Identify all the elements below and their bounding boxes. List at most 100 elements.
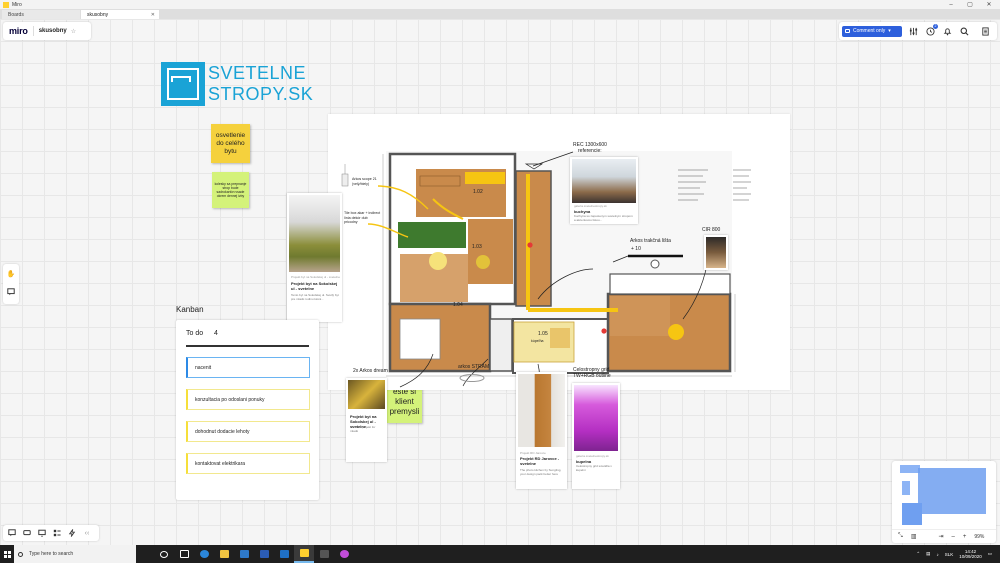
- fit-screen-icon[interactable]: ⤡: [898, 533, 903, 540]
- annotation-arkos-scope: Arkos scope 21 (velý/biely): [352, 177, 377, 186]
- language-indicator[interactable]: SLK: [945, 552, 954, 557]
- search-icon: [18, 551, 23, 557]
- edge-icon[interactable]: [194, 545, 214, 563]
- task-switch-icon[interactable]: [174, 545, 194, 563]
- kanban-card[interactable]: konzultacia po odoslani ponuky: [186, 389, 310, 410]
- room-label-104: 1.04: [453, 302, 463, 308]
- logo-mark: [161, 62, 205, 106]
- divider: [32, 26, 34, 36]
- fit-width-icon[interactable]: ⇥: [938, 533, 943, 540]
- kanban-card-text: kontaktovat elektrikara: [195, 460, 246, 467]
- reference-card-living-room[interactable]: Projekt byt na Sokolskej ul - svetelne P…: [287, 193, 342, 322]
- outlook-icon[interactable]: [274, 545, 294, 563]
- notification-center-icon[interactable]: ▭: [988, 551, 992, 557]
- logo-line-2: STROPY.SK: [208, 84, 314, 104]
- comment-icon: [845, 29, 850, 33]
- collapse-chevron-icon[interactable]: ‹‹: [82, 528, 92, 538]
- tab-skusobny[interactable]: skusobny ✕: [81, 10, 159, 19]
- kanban-card[interactable]: dohodnut dodacie lehoty: [186, 421, 310, 442]
- minimap-object: [902, 481, 910, 495]
- card-link[interactable]: Projekt RD Jarovce: [520, 451, 546, 455]
- board-menu-icon[interactable]: [980, 26, 991, 37]
- taskbar-search-placeholder: Type here to search: [29, 551, 74, 557]
- map-icon[interactable]: ▥: [911, 533, 917, 540]
- reference-card-kitchen[interactable]: galeria.svetelnestropy.sk kuchyna Kuchyn…: [570, 157, 638, 224]
- lightning-icon[interactable]: [67, 528, 77, 538]
- annotation-trakcna-lista: Arkos trakčná lišta: [630, 238, 671, 244]
- tray-chevron-icon[interactable]: ⌃: [916, 551, 920, 557]
- card-image: [518, 374, 565, 447]
- bell-icon[interactable]: [942, 26, 953, 37]
- minimap-viewport[interactable]: [918, 468, 986, 514]
- zoom-out-button[interactable]: –: [952, 534, 955, 540]
- taskbar-clock[interactable]: 14:42 10/09/2020: [959, 549, 982, 559]
- annotation-celostropny: Celostropny grid TW+RGB outline: [573, 367, 611, 379]
- reference-card-pink[interactable]: galeria.svetelnestropy.sk kupelna Celost…: [572, 383, 620, 489]
- board-canvas[interactable]: miro skusobny ☆ Comment only ▾ 2 ✋ ‹‹ SV…: [0, 19, 1000, 545]
- room-label-102: 1.02: [473, 189, 483, 195]
- settings-sliders-icon[interactable]: [908, 26, 919, 37]
- windows-taskbar: Type here to search ⌃ ▤ ♪ SLK 14:42 10/0…: [0, 545, 1000, 563]
- miro-logo[interactable]: miro: [9, 26, 28, 36]
- notification-count-badge: 2: [933, 23, 938, 29]
- card-text: Tento byt na Sokolskej ul. Svetlý byt pr…: [291, 293, 339, 301]
- windows-logo-icon: [3, 550, 11, 558]
- clock-date: 10/09/2020: [959, 554, 982, 559]
- miro-taskbar-icon[interactable]: [294, 545, 314, 563]
- search-icon[interactable]: [959, 26, 970, 37]
- card-title: Projekt RD Jarovce - svetelne: [520, 456, 560, 466]
- card-text: Kuchyna so zapustenym svetelnym stropom …: [574, 214, 633, 222]
- card-link[interactable]: galeria.svetelnestropy.sk: [574, 204, 607, 208]
- stram-lamp-shape: [459, 374, 485, 382]
- comment-icon[interactable]: [7, 528, 17, 538]
- start-button[interactable]: [0, 545, 14, 563]
- kanban-column-title[interactable]: To do: [186, 330, 203, 337]
- network-icon[interactable]: ▤: [926, 551, 930, 557]
- reference-card-dream[interactable]: Projekt byt na Sokolskej ul - svetelne T…: [346, 378, 387, 462]
- room-label-105-sub: kúpeľňa: [531, 339, 544, 343]
- maximize-button[interactable]: ▢: [963, 0, 977, 9]
- tab-close-icon[interactable]: ✕: [151, 12, 155, 18]
- minimize-button[interactable]: –: [944, 0, 958, 9]
- comment-only-label: Comment only: [853, 28, 886, 34]
- kanban-column-rule: [186, 345, 309, 347]
- star-icon[interactable]: ☆: [71, 28, 76, 35]
- reference-image-cir[interactable]: [704, 235, 728, 270]
- comment-tool-icon[interactable]: [6, 287, 16, 297]
- svetelne-stropy-logo: SVETELNE STROPY.SK: [161, 62, 313, 106]
- screen-share-icon[interactable]: [37, 528, 47, 538]
- taskbar-search[interactable]: Type here to search: [14, 545, 136, 563]
- kanban-card[interactable]: nacenit: [186, 357, 310, 378]
- reference-card-bathroom[interactable]: Projekt RD Jarovce Projekt RD Jarovce - …: [516, 372, 567, 489]
- kanban-board[interactable]: To do 4 nacenit konzultacia po odoslani …: [176, 320, 319, 500]
- minimap[interactable]: ⤡ ▥ ⇥ – + 99%: [892, 461, 996, 543]
- tab-boards[interactable]: Boards: [2, 10, 80, 19]
- comment-only-button[interactable]: Comment only ▾: [842, 25, 902, 37]
- board-header: miro skusobny ☆: [3, 22, 91, 40]
- window-title: Miro: [12, 1, 22, 8]
- word-icon[interactable]: [254, 545, 274, 563]
- volume-icon[interactable]: ♪: [936, 552, 938, 557]
- app-icon[interactable]: [314, 545, 334, 563]
- color-app-icon[interactable]: [334, 545, 354, 563]
- sticky-note-lighting[interactable]: osvetlenie do celého bytu: [211, 124, 250, 163]
- mail-icon[interactable]: [234, 545, 254, 563]
- zoom-in-button[interactable]: +: [963, 534, 967, 540]
- task-view-icon[interactable]: [154, 545, 174, 563]
- close-window-button[interactable]: ✕: [982, 0, 996, 9]
- card-link[interactable]: Projekt byt na Sokolskej ul - svetelne: [291, 275, 340, 279]
- zoom-level[interactable]: 99%: [974, 534, 984, 540]
- kanban-card[interactable]: kontaktovat elektrikara: [186, 453, 310, 474]
- activity-icon[interactable]: 2: [925, 23, 938, 37]
- hand-tool-icon[interactable]: ✋: [6, 269, 16, 279]
- bottom-toolbar: ‹‹: [3, 525, 99, 541]
- sticky-note-ceiling[interactable]: kolesky sa prepnanje strop bude sadrokar…: [212, 172, 249, 208]
- card-image: [572, 159, 636, 203]
- board-name[interactable]: skusobny: [39, 28, 67, 34]
- floorplan-board[interactable]: REC 1300x600 referencie: Arkos scope 21 …: [328, 114, 790, 390]
- card-link[interactable]: galeria.svetelnestropy.sk: [576, 454, 609, 458]
- card-image: [348, 380, 385, 409]
- chat-icon[interactable]: [22, 528, 32, 538]
- cards-icon[interactable]: [52, 528, 62, 538]
- file-explorer-icon[interactable]: [214, 545, 234, 563]
